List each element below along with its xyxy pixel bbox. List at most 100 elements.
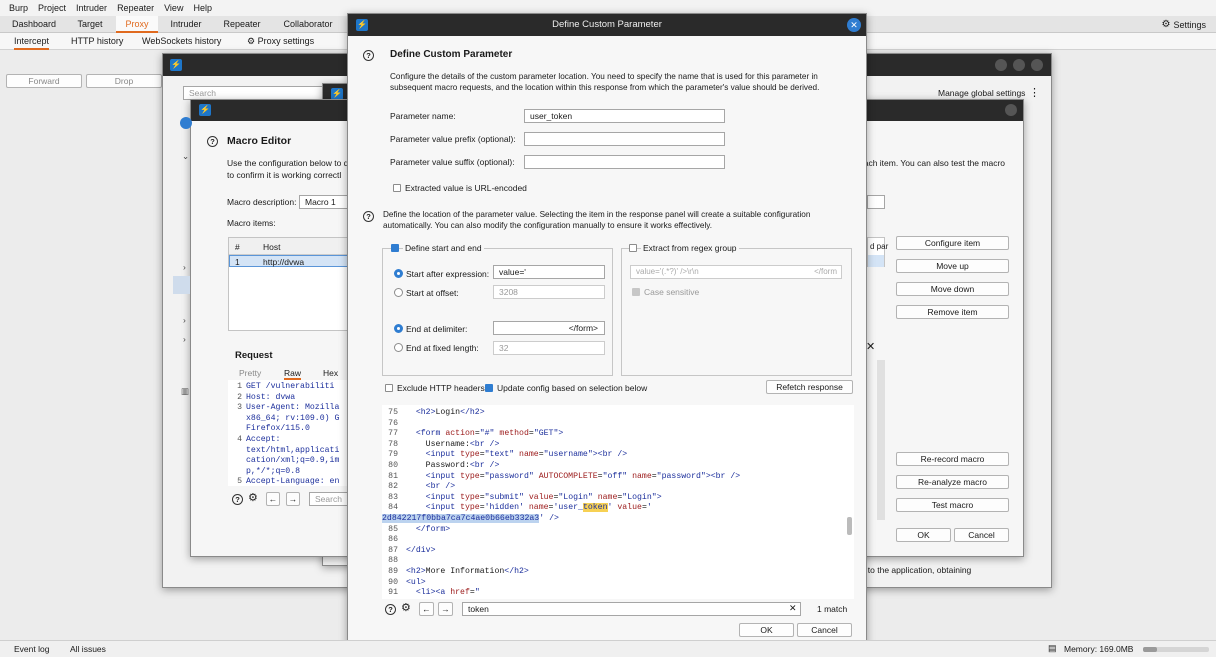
close-icon[interactable] [1005, 104, 1017, 116]
request-search-input[interactable]: Search [309, 492, 350, 506]
refetch-response-button[interactable]: Refetch response [766, 380, 853, 394]
drop-button[interactable]: Drop [86, 74, 162, 88]
subtab-proxy-settings[interactable]: ⚙ Proxy settings [247, 33, 314, 50]
tree-selected-item[interactable] [173, 276, 190, 294]
tab-dashboard[interactable]: Dashboard [4, 16, 64, 33]
burp-logo-icon: ⚡ [170, 59, 182, 71]
case-sensitive-checkbox[interactable] [632, 288, 640, 296]
menu-repeater[interactable]: Repeater [112, 3, 159, 13]
help-icon[interactable]: ? [363, 50, 374, 61]
manage-global-settings-link[interactable]: Manage global settings [938, 88, 1025, 98]
search-input[interactable]: Search [183, 86, 333, 100]
scrollbar[interactable] [877, 360, 885, 520]
tab-pretty[interactable]: Pretty [239, 368, 261, 378]
event-log-link[interactable]: Event log [14, 644, 49, 654]
regex-value-tail: </form [814, 267, 837, 276]
list-icon[interactable]: ▥ [181, 386, 189, 397]
help-icon[interactable]: ? [363, 211, 374, 222]
forward-button[interactable]: Forward [6, 74, 82, 88]
tab-target[interactable]: Target [64, 16, 116, 33]
back-arrow-icon[interactable]: ← [419, 602, 434, 616]
start-offset-input[interactable]: 3208 [493, 285, 605, 299]
chevron-right-icon[interactable]: › [183, 334, 186, 344]
tab-raw[interactable]: Raw [284, 368, 302, 380]
chevron-right-icon[interactable]: › [183, 262, 186, 272]
move-down-button[interactable]: Move down [896, 282, 1009, 296]
move-up-button[interactable]: Move up [896, 259, 1009, 273]
end-fixed-input[interactable]: 32 [493, 341, 605, 355]
macro-description-input[interactable]: Macro 1 [299, 195, 349, 209]
start-after-radio[interactable] [394, 269, 403, 278]
gear-icon[interactable]: ⚙ [401, 601, 411, 614]
regex-label: Extract from regex group [641, 243, 739, 253]
regex-input[interactable]: value='(.*?)' />\r\n </form [630, 265, 842, 279]
tab-collaborator[interactable]: Collaborator [276, 16, 340, 33]
col-host[interactable]: Host [263, 242, 280, 252]
menu-project[interactable]: Project [33, 3, 71, 13]
tab-hex[interactable]: Hex [323, 368, 338, 378]
end-delimiter-radio[interactable] [394, 324, 403, 333]
gear-icon[interactable]: ⚙ [248, 491, 258, 504]
re-analyze-macro-button[interactable]: Re-analyze macro [896, 475, 1009, 489]
table-row[interactable]: 1 http://dvwa [229, 255, 349, 267]
suffix-input[interactable] [524, 155, 725, 169]
cancel-button[interactable]: Cancel [797, 623, 852, 637]
macro-ok-button[interactable]: OK [896, 528, 951, 542]
back-arrow-icon[interactable]: ← [266, 492, 280, 506]
maximize-icon[interactable] [1013, 59, 1025, 71]
re-record-macro-button[interactable]: Re-record macro [896, 452, 1009, 466]
subtab-websockets-history[interactable]: WebSockets history [142, 33, 221, 50]
subtab-intercept[interactable]: Intercept [14, 33, 50, 50]
response-search-input[interactable]: token [462, 602, 801, 616]
response-editor[interactable]: 75 76 77 78 79 80 81 82 83 84 85 86 87 8… [382, 405, 854, 599]
help-icon[interactable]: ? [385, 604, 396, 615]
close-icon[interactable] [1031, 59, 1043, 71]
help-icon[interactable]: ? [207, 136, 218, 147]
menu-help[interactable]: Help [188, 3, 217, 13]
update-config-checkbox[interactable] [485, 384, 493, 392]
help-icon[interactable]: ? [232, 494, 243, 505]
line-number: 88 [388, 556, 398, 566]
prefix-input[interactable] [524, 132, 725, 146]
chevron-down-icon[interactable]: ⌄ [182, 151, 189, 162]
menu-intruder[interactable]: Intruder [71, 3, 112, 13]
forward-arrow-icon[interactable]: → [286, 492, 300, 506]
remove-item-button[interactable]: Remove item [896, 305, 1009, 319]
parameter-name-input[interactable]: user_token [524, 109, 725, 123]
macro-cancel-button[interactable]: Cancel [954, 528, 1009, 542]
define-start-end-checkbox[interactable] [391, 244, 399, 252]
ok-button[interactable]: OK [739, 623, 794, 637]
exclude-headers-checkbox[interactable] [385, 384, 393, 392]
tab-repeater[interactable]: Repeater [216, 16, 268, 33]
configure-item-button[interactable]: Configure item [896, 236, 1009, 250]
all-issues-link[interactable]: All issues [70, 644, 106, 654]
token-line: 2d842217f0bba7ca7c4ae0b66eb332a3' /> [382, 514, 559, 523]
clear-search-icon[interactable]: ✕ [789, 603, 797, 614]
subtab-http-history[interactable]: HTTP history [71, 33, 123, 50]
macro-description-input-tail[interactable] [867, 195, 885, 209]
chevron-right-icon[interactable]: › [183, 315, 186, 325]
test-macro-button[interactable]: Test macro [896, 498, 1009, 512]
url-encoded-checkbox[interactable] [393, 184, 401, 192]
token-value-selection[interactable]: 2d842217f0bba7ca7c4ae0b66eb332a3 [382, 514, 540, 523]
more-options-icon[interactable]: ⋮ [1029, 86, 1040, 99]
menu-burp[interactable]: Burp [4, 3, 33, 13]
regex-checkbox[interactable] [629, 244, 637, 252]
end-delimiter-input[interactable]: </form> [493, 321, 605, 335]
tab-proxy[interactable]: Proxy [116, 16, 158, 33]
close-icon[interactable]: ✕ [866, 340, 875, 353]
request-editor[interactable]: 1 2 3 4 5 GET /vulnerabiliti Host: dvwa Us… [228, 380, 350, 486]
start-after-input[interactable]: value=' [493, 265, 605, 279]
close-icon[interactable]: ✕ [847, 18, 861, 32]
end-fixed-radio[interactable] [394, 343, 403, 352]
settings-button[interactable]: ⚙ Settings [1162, 19, 1207, 30]
start-offset-radio[interactable] [394, 288, 403, 297]
menu-view[interactable]: View [159, 3, 188, 13]
toggle-icon[interactable] [180, 117, 192, 129]
scrollbar-thumb[interactable] [847, 517, 852, 535]
line-number: 5 [237, 477, 242, 486]
tab-intruder[interactable]: Intruder [160, 16, 212, 33]
minimize-icon[interactable] [995, 59, 1007, 71]
col-number[interactable]: # [235, 242, 240, 252]
forward-arrow-icon[interactable]: → [438, 602, 453, 616]
